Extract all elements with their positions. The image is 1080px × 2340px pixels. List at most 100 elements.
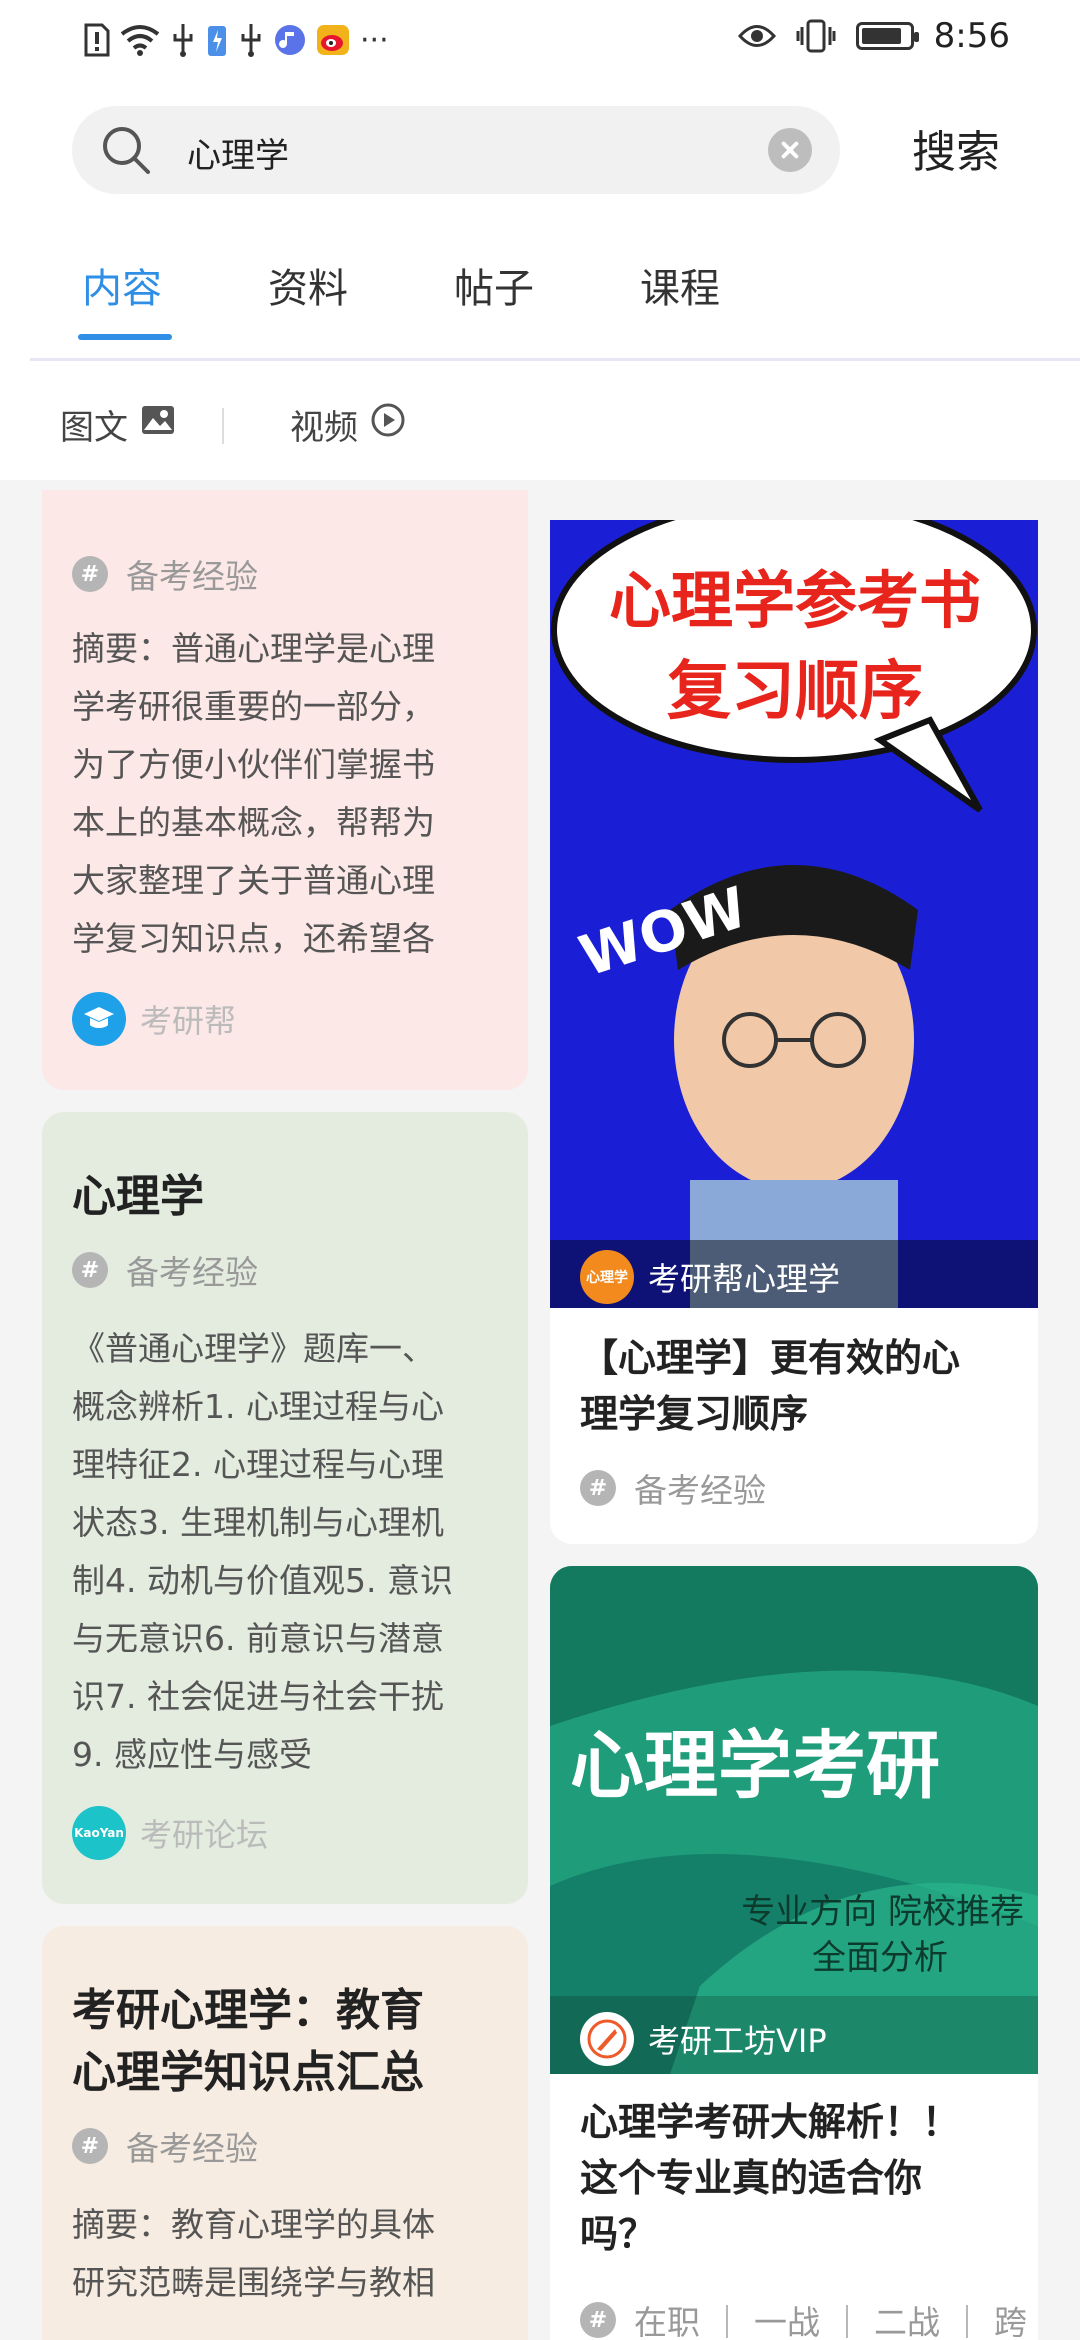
card-title-line: 这个专业真的适合你 <box>580 2156 923 2200</box>
summary-line: 摘要：普通心理学是心理 <box>72 629 435 668</box>
clear-search-icon[interactable] <box>768 128 812 172</box>
app-root: ··· 8:56 心理学 搜索 内容 资料 帖子 课程 图文 视频 # 备考经验… <box>0 0 1080 2340</box>
card-tag: # 在职 ｜ 一战 ｜ 二战 ｜ 跨 <box>580 2296 1027 2340</box>
card-tag: # 备考经验 <box>580 1464 766 1512</box>
battery-level <box>861 28 901 44</box>
feed-card-right-2[interactable]: 心理学考研 专业方向 院校推荐 全面分析 考研工坊VIP 心理学考研大解析！！ … <box>550 1566 1038 2340</box>
card-title: 考研心理学：教育 心理学知识点汇总 <box>72 1980 512 2104</box>
card-title: 【心理学】更有效的心 理学复习顺序 <box>580 1330 1020 1442</box>
card-title-line: 心理学考研大解析！！ <box>580 2100 961 2144</box>
category-tabs: 内容 资料 帖子 课程 <box>0 240 1080 360</box>
search-icon <box>100 124 152 180</box>
thumbnail-subtitle-1: 专业方向 院校推荐 <box>741 1892 1024 1932</box>
hashtag-icon: # <box>580 1470 616 1506</box>
more-notifications-icon: ··· <box>360 22 389 58</box>
filter-separator <box>222 408 224 444</box>
thumbnail-graphic <box>550 1566 1038 2074</box>
feed-card-right-1[interactable]: 心理学参考书 复习顺序 WOW 心理学 考研帮心理学 【心理学】更有效的心 理学… <box>550 520 1038 1544</box>
music-app-icon <box>274 18 306 62</box>
summary-line: 大家整理了关于普通心理 <box>72 861 435 900</box>
sim-alert-icon <box>84 18 110 62</box>
card-tag: # 备考经验 <box>72 1246 258 1294</box>
search-button[interactable]: 搜索 <box>912 116 1000 180</box>
summary-line: 识7. 社会促进与社会干扰 <box>72 1677 444 1716</box>
card-author-name: 考研论坛 <box>140 1816 269 1854</box>
thumbnail-author-name: 考研工坊VIP <box>648 2022 827 2060</box>
summary-line: 理特征2. 心理过程与心理 <box>72 1445 444 1484</box>
status-left-icons: ··· <box>84 18 389 62</box>
thumbnail-author: 心理学 考研帮心理学 <box>550 1250 1038 1304</box>
thumbnail-subtitle-2: 全面分析 <box>812 1938 948 1978</box>
card-tag-label: 备考经验 <box>126 557 258 596</box>
filter-video[interactable]: 视频 <box>290 400 406 449</box>
vibrate-icon <box>796 14 836 58</box>
card-author-name: 考研帮 <box>140 1002 237 1040</box>
weibo-icon <box>316 18 350 62</box>
summary-line: 状态3. 生理机制与心理机 <box>72 1503 444 1542</box>
usb-icon <box>170 18 196 62</box>
summary-line: 《普通心理学》题库一、 <box>72 1329 435 1368</box>
filter-video-label: 视频 <box>290 408 358 448</box>
summary-line: 与无意识6. 前意识与潜意 <box>72 1619 444 1658</box>
battery-icon <box>855 22 919 50</box>
hashtag-icon: # <box>72 556 108 592</box>
summary-line: 摘要：教育心理学的具体 <box>72 2205 435 2244</box>
thumbnail-title-2: 复习顺序 <box>667 655 923 729</box>
active-tab-indicator <box>78 334 172 340</box>
card-author[interactable]: KaoYan 考研论坛 <box>72 1806 268 1860</box>
battery-saver-icon <box>206 18 228 62</box>
summary-line: 9. 感应性与感受 <box>72 1735 312 1774</box>
hashtag-icon: # <box>72 1252 108 1288</box>
feed-card-left-1[interactable]: # 备考经验 摘要：普通心理学是心理 学考研很重要的一部分， 为了方便小伙伴们掌… <box>42 490 528 1090</box>
image-icon <box>140 404 176 445</box>
eye-comfort-icon <box>737 14 776 58</box>
card-tag: # 备考经验 <box>72 2122 258 2170</box>
hashtag-icon: # <box>72 2128 108 2164</box>
summary-line: 概念辨析1. 心理过程与心 <box>72 1387 444 1426</box>
search-input[interactable]: 心理学 <box>187 128 289 177</box>
summary-line: 学复习知识点，还希望各 <box>72 919 435 958</box>
video-thumbnail: 心理学参考书 复习顺序 WOW 心理学 考研帮心理学 <box>550 520 1038 1308</box>
thumbnail-title: 心理学考研 <box>570 1723 940 1809</box>
card-title: 心理学 <box>72 1171 204 1222</box>
status-bar: ··· 8:56 <box>0 0 1080 80</box>
usb-debug-icon <box>238 18 264 62</box>
kaoyan-workshop-avatar-icon <box>580 2012 634 2066</box>
card-title: 心理学考研大解析！！ 这个专业真的适合你 吗？ <box>580 2094 1020 2262</box>
card-tags-text: 在职 ｜ 一战 ｜ 二战 ｜ 跨 <box>634 2303 1027 2340</box>
filter-image-text[interactable]: 图文 <box>60 400 176 449</box>
tab-divider <box>30 358 1080 361</box>
tab-courses[interactable]: 课程 <box>640 256 720 314</box>
filter-image-text-label: 图文 <box>60 408 128 448</box>
kaoyan-forum-avatar-icon: KaoYan <box>72 1806 126 1860</box>
hashtag-icon: # <box>580 2302 616 2338</box>
card-tag-label: 备考经验 <box>126 2129 258 2168</box>
kaoyanbang-avatar-icon <box>72 992 126 1046</box>
feed-card-left-2[interactable]: 心理学 # 备考经验 《普通心理学》题库一、 概念辨析1. 心理过程与心 理特征… <box>42 1112 528 1904</box>
play-circle-icon <box>370 402 406 447</box>
thumbnail-author: 考研工坊VIP <box>550 2012 1038 2066</box>
summary-line: 为了方便小伙伴们掌握书 <box>72 745 435 784</box>
feed-card-left-3[interactable]: 考研心理学：教育 心理学知识点汇总 # 备考经验 摘要：教育心理学的具体 研究范… <box>42 1926 528 2340</box>
wifi-icon <box>120 18 160 62</box>
card-title-line: 心理学知识点汇总 <box>72 2047 424 2098</box>
card-tag-label: 备考经验 <box>126 1253 258 1292</box>
card-tag: # 备考经验 <box>72 550 258 598</box>
card-summary: 摘要：普通心理学是心理 学考研很重要的一部分， 为了方便小伙伴们掌握书 本上的基… <box>72 620 512 968</box>
summary-line: 本上的基本概念，帮帮为 <box>72 803 435 842</box>
tab-content[interactable]: 内容 <box>82 256 162 314</box>
card-tag-label: 备考经验 <box>634 1471 766 1510</box>
thumbnail-author-name: 考研帮心理学 <box>648 1260 841 1298</box>
card-summary: 摘要：教育心理学的具体 研究范畴是围绕学与教相 <box>72 2196 522 2312</box>
psychology-avatar-icon: 心理学 <box>580 1250 634 1304</box>
content-filters: 图文 视频 <box>0 370 1080 480</box>
video-thumbnail: 心理学考研 专业方向 院校推荐 全面分析 考研工坊VIP <box>550 1566 1038 2074</box>
search-box[interactable]: 心理学 <box>72 106 840 194</box>
tab-posts[interactable]: 帖子 <box>454 256 534 314</box>
summary-line: 研究范畴是围绕学与教相 <box>72 2263 435 2302</box>
search-header: 心理学 搜索 内容 资料 帖子 课程 图文 视频 <box>0 80 1080 480</box>
tab-materials[interactable]: 资料 <box>268 256 348 314</box>
card-title-line: 吗？ <box>580 2212 657 2256</box>
card-title-line: 考研心理学：教育 <box>72 1985 424 2036</box>
card-author[interactable]: 考研帮 <box>72 992 236 1046</box>
